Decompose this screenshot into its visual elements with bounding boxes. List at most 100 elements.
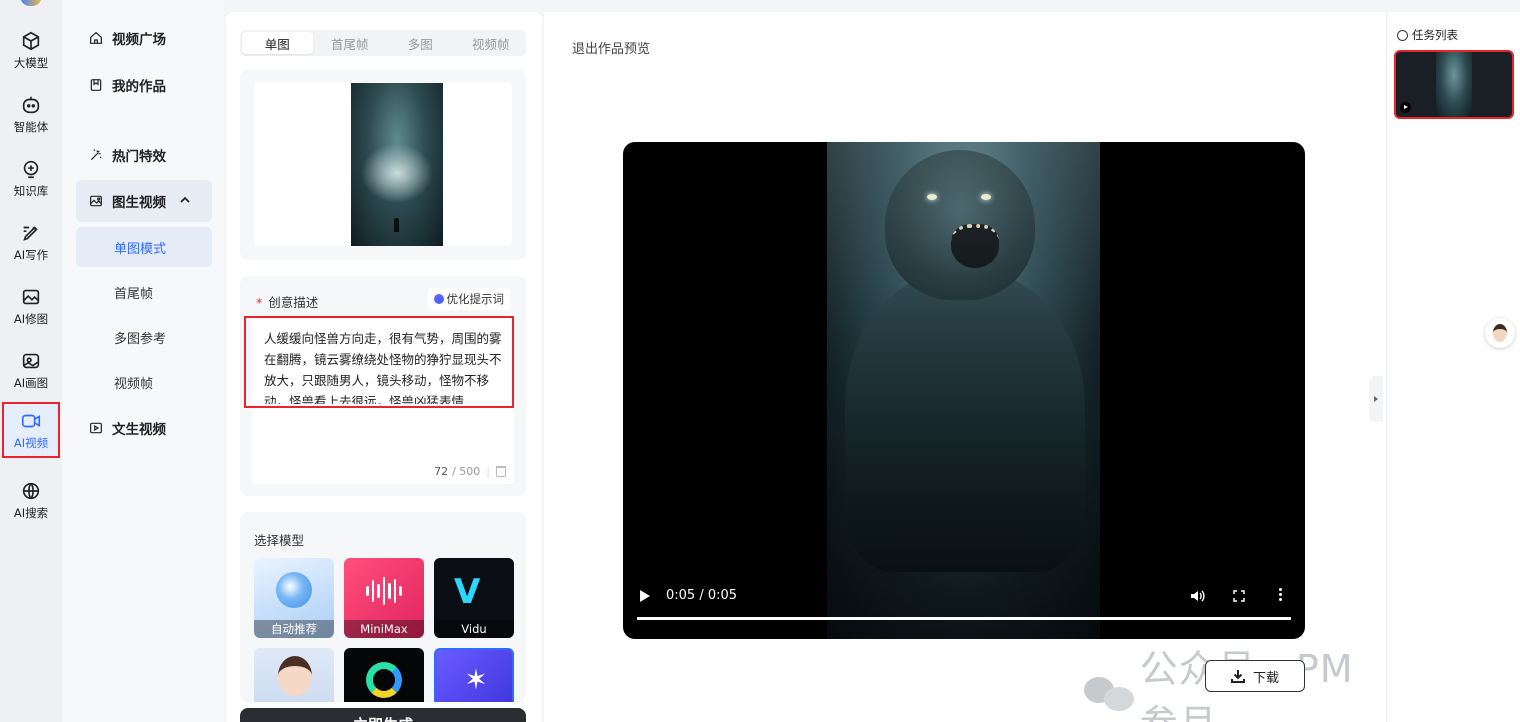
knowledge-icon: [23, 160, 39, 178]
char-count: 72: [434, 465, 449, 478]
description-label: * 创意描述: [256, 292, 318, 311]
video-mist: [827, 142, 1100, 639]
download-label: 下载: [1252, 670, 1279, 686]
nav-hot-effects[interactable]: 热门特效: [76, 134, 212, 176]
video-player[interactable]: 0:05 / 0:05: [623, 142, 1305, 639]
bookmark-icon: [90, 79, 102, 91]
image-gen-icon: [22, 353, 40, 368]
fullscreen-icon[interactable]: [1233, 590, 1245, 602]
mode-tabs: 单图 首尾帧 多图 视频帧: [240, 30, 526, 56]
description-textarea[interactable]: 人缓缓向怪兽方向走，很有气势，周围的雾在翻腾，镜云雾缭绕处怪物的狰狞显现头不放大…: [244, 316, 514, 484]
rail-item-large-model[interactable]: 大模型: [2, 22, 60, 78]
magic-wand-icon: [90, 149, 102, 161]
auto-recommend-logo: [276, 572, 312, 608]
video-icon: [21, 414, 41, 427]
collapse-panel-handle[interactable]: [1369, 376, 1383, 422]
video-controls: 0:05 / 0:05: [623, 582, 1305, 639]
nav-label: 视频广场: [112, 32, 166, 48]
minimax-logo: [366, 576, 403, 606]
nav-sub-single-image[interactable]: 单图模式: [76, 227, 212, 267]
play-icon: [1400, 102, 1411, 113]
tab-multi-image[interactable]: 多图: [385, 30, 456, 56]
exit-preview-link[interactable]: 退出作品预览: [572, 38, 650, 57]
rail-item-label: AI视频: [13, 435, 49, 450]
rail-item-label: 智能体: [13, 119, 49, 134]
optimize-prompt-button[interactable]: 优化提示词: [427, 288, 510, 310]
image-fog: [361, 143, 433, 203]
vidu-logo: V: [454, 572, 481, 612]
task-list-panel: 任务列表: [1386, 12, 1520, 722]
model-kling[interactable]: [344, 648, 424, 702]
image-video-icon: [90, 195, 102, 207]
avatar-logo: [278, 656, 312, 696]
app-root: 大模型 智能体 知识库 AI写作 AI修图 AI画图 AI视频 AI搜索 视频广…: [0, 0, 1520, 722]
generate-button[interactable]: 立即生成: [240, 708, 526, 722]
volume-icon[interactable]: [1189, 588, 1205, 604]
model-label: 自动推荐: [254, 620, 334, 638]
required-star: *: [256, 295, 263, 310]
nav-sub-video-frame[interactable]: 视频帧: [76, 362, 212, 402]
uploaded-image: [351, 83, 443, 246]
video-progress-fill: [637, 617, 1291, 620]
nav-my-works[interactable]: 我的作品: [76, 64, 212, 106]
char-max: / 500: [452, 465, 481, 478]
nav-label: 我的作品: [112, 79, 166, 95]
model-auto-recommend[interactable]: 自动推荐: [254, 558, 334, 638]
trash-icon[interactable]: [496, 466, 506, 477]
task-list-header: 任务列表: [1397, 27, 1458, 43]
tab-first-last-frame[interactable]: 首尾帧: [315, 30, 386, 56]
text-video-icon: [90, 422, 102, 434]
model-hailuo[interactable]: ✶: [434, 648, 514, 702]
optimize-prompt-label: 优化提示词: [446, 292, 505, 306]
nav-video-square[interactable]: 视频广场: [76, 17, 212, 59]
rail-item-ai-drawing[interactable]: AI画图: [2, 342, 60, 398]
image-figure: [394, 218, 399, 232]
uploaded-image-area: [254, 82, 512, 246]
more-options-icon[interactable]: [1277, 588, 1283, 604]
wechat-icon: [1084, 673, 1134, 713]
model-vidu[interactable]: V Vidu: [434, 558, 514, 638]
description-card: * 创意描述 优化提示词 人缓缓向怪兽方向走，很有气势，周围的雾在翻腾，镜云雾缭绕…: [240, 276, 526, 496]
char-counter: 72 / 500 |: [434, 465, 506, 478]
nav-sub-label: 单图模式: [114, 241, 167, 257]
clock-icon: [1397, 29, 1408, 41]
rail-item-agent[interactable]: 智能体: [2, 86, 60, 142]
nav-image-to-video[interactable]: 图生视频: [76, 180, 212, 222]
icon-rail: 大模型 智能体 知识库 AI写作 AI修图 AI画图 AI视频 AI搜索: [0, 0, 62, 722]
model-minimax[interactable]: MiniMax: [344, 558, 424, 638]
chevron-up-icon: [180, 196, 190, 203]
tab-single-image[interactable]: 单图: [242, 32, 313, 54]
cube-icon: [22, 31, 40, 50]
model-avatar[interactable]: [254, 648, 334, 702]
download-button[interactable]: 下载: [1205, 660, 1305, 692]
nav-sub-first-last-frame[interactable]: 首尾帧: [76, 272, 212, 312]
description-label-text: 创意描述: [268, 295, 319, 310]
model-label: Vidu: [434, 620, 514, 638]
generation-form: 单图 首尾帧 多图 视频帧 * 创意描述 优化提示词 人缓缓向怪兽方向走，很有气势…: [226, 12, 542, 722]
nav-sub-label: 视频帧: [114, 376, 154, 392]
kling-logo: [366, 662, 402, 698]
rail-item-label: 大模型: [13, 55, 49, 70]
task-thumbnail-image: [1436, 52, 1472, 117]
sparkle-icon: [433, 294, 444, 304]
rail-item-ai-retouch[interactable]: AI修图: [2, 278, 60, 334]
model-label: MiniMax: [344, 620, 424, 638]
assistant-avatar[interactable]: [1485, 318, 1515, 348]
preview-panel: 退出作品预览 0:05 / 0:05 公众号 PM 下载: [544, 12, 1386, 722]
agent-icon: [22, 96, 40, 113]
play-icon[interactable]: [640, 590, 650, 602]
nav-sub-multi-image[interactable]: 多图参考: [76, 317, 212, 357]
rail-item-ai-video[interactable]: AI视频: [2, 402, 60, 458]
rail-item-ai-search[interactable]: AI搜索: [2, 472, 60, 528]
video-frame: [827, 142, 1100, 639]
task-thumbnail[interactable]: [1394, 50, 1514, 119]
nav-label: 图生视频: [112, 195, 166, 211]
tab-video-frame[interactable]: 视频帧: [456, 30, 527, 56]
model-selector: 选择模型 自动推荐 MiniMax V Vidu ✶: [240, 512, 526, 702]
rail-item-knowledge[interactable]: 知识库: [2, 150, 60, 206]
rail-item-ai-writing[interactable]: AI写作: [2, 214, 60, 270]
rail-item-label: AI搜索: [13, 505, 49, 520]
image-upload-card[interactable]: [240, 70, 526, 260]
video-progress-bar[interactable]: [637, 617, 1291, 620]
nav-text-to-video[interactable]: 文生视频: [76, 407, 212, 449]
